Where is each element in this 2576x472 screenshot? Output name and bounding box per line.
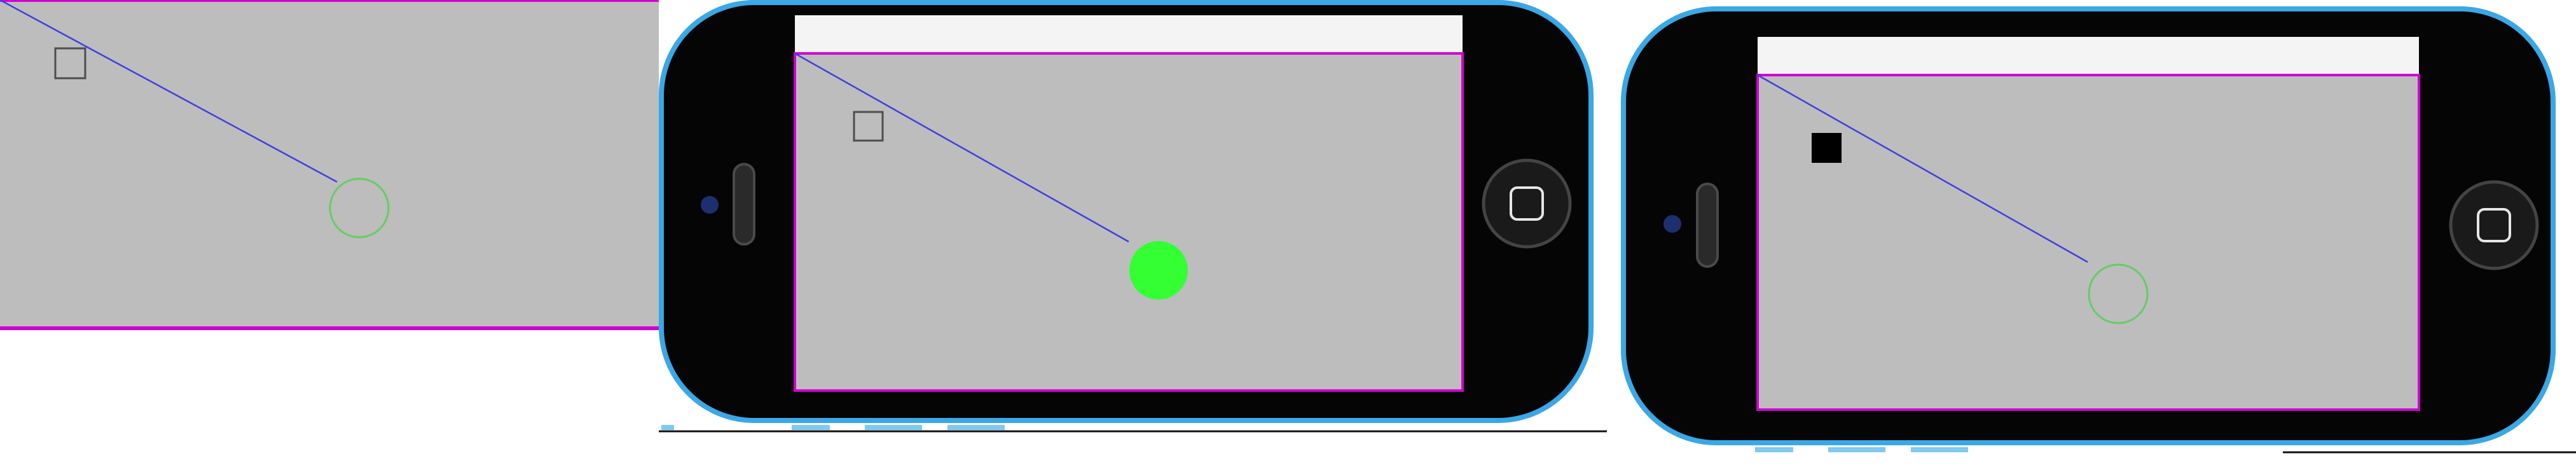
- middle-bottom-fragment-3: [865, 425, 922, 430]
- middle-bottom-fragment-2: [792, 425, 830, 430]
- camera-icon: [1663, 215, 1681, 233]
- right-bottom-fragment-2: [1828, 447, 1885, 452]
- comparison-stage: [0, 0, 2576, 472]
- right-status-bar: [1758, 37, 2419, 75]
- middle-target-circle[interactable]: [1129, 241, 1188, 300]
- right-screen-canvas[interactable]: [1758, 75, 2419, 410]
- home-button-icon[interactable]: [2449, 180, 2539, 270]
- right-bottom-fragment-1: [1755, 447, 1793, 452]
- left-canvas[interactable]: [0, 0, 659, 328]
- right-square-marker[interactable]: [1812, 133, 1842, 163]
- speaker-icon: [733, 163, 755, 246]
- home-button-icon[interactable]: [1482, 158, 1572, 249]
- middle-bottom-fragment-1: [661, 425, 674, 430]
- middle-screen-canvas[interactable]: [795, 53, 1463, 391]
- middle-bottom-fragment-4: [947, 425, 1005, 430]
- camera-icon: [701, 196, 719, 214]
- middle-panel: [659, 0, 1607, 433]
- middle-status-bar: [795, 15, 1463, 53]
- right-panel: [1621, 6, 2576, 454]
- speaker-icon: [1696, 183, 1719, 268]
- right-bottom-fragment-3: [1911, 447, 1968, 452]
- left-panel: [0, 0, 659, 330]
- comparison-canvas: [0, 0, 2576, 454]
